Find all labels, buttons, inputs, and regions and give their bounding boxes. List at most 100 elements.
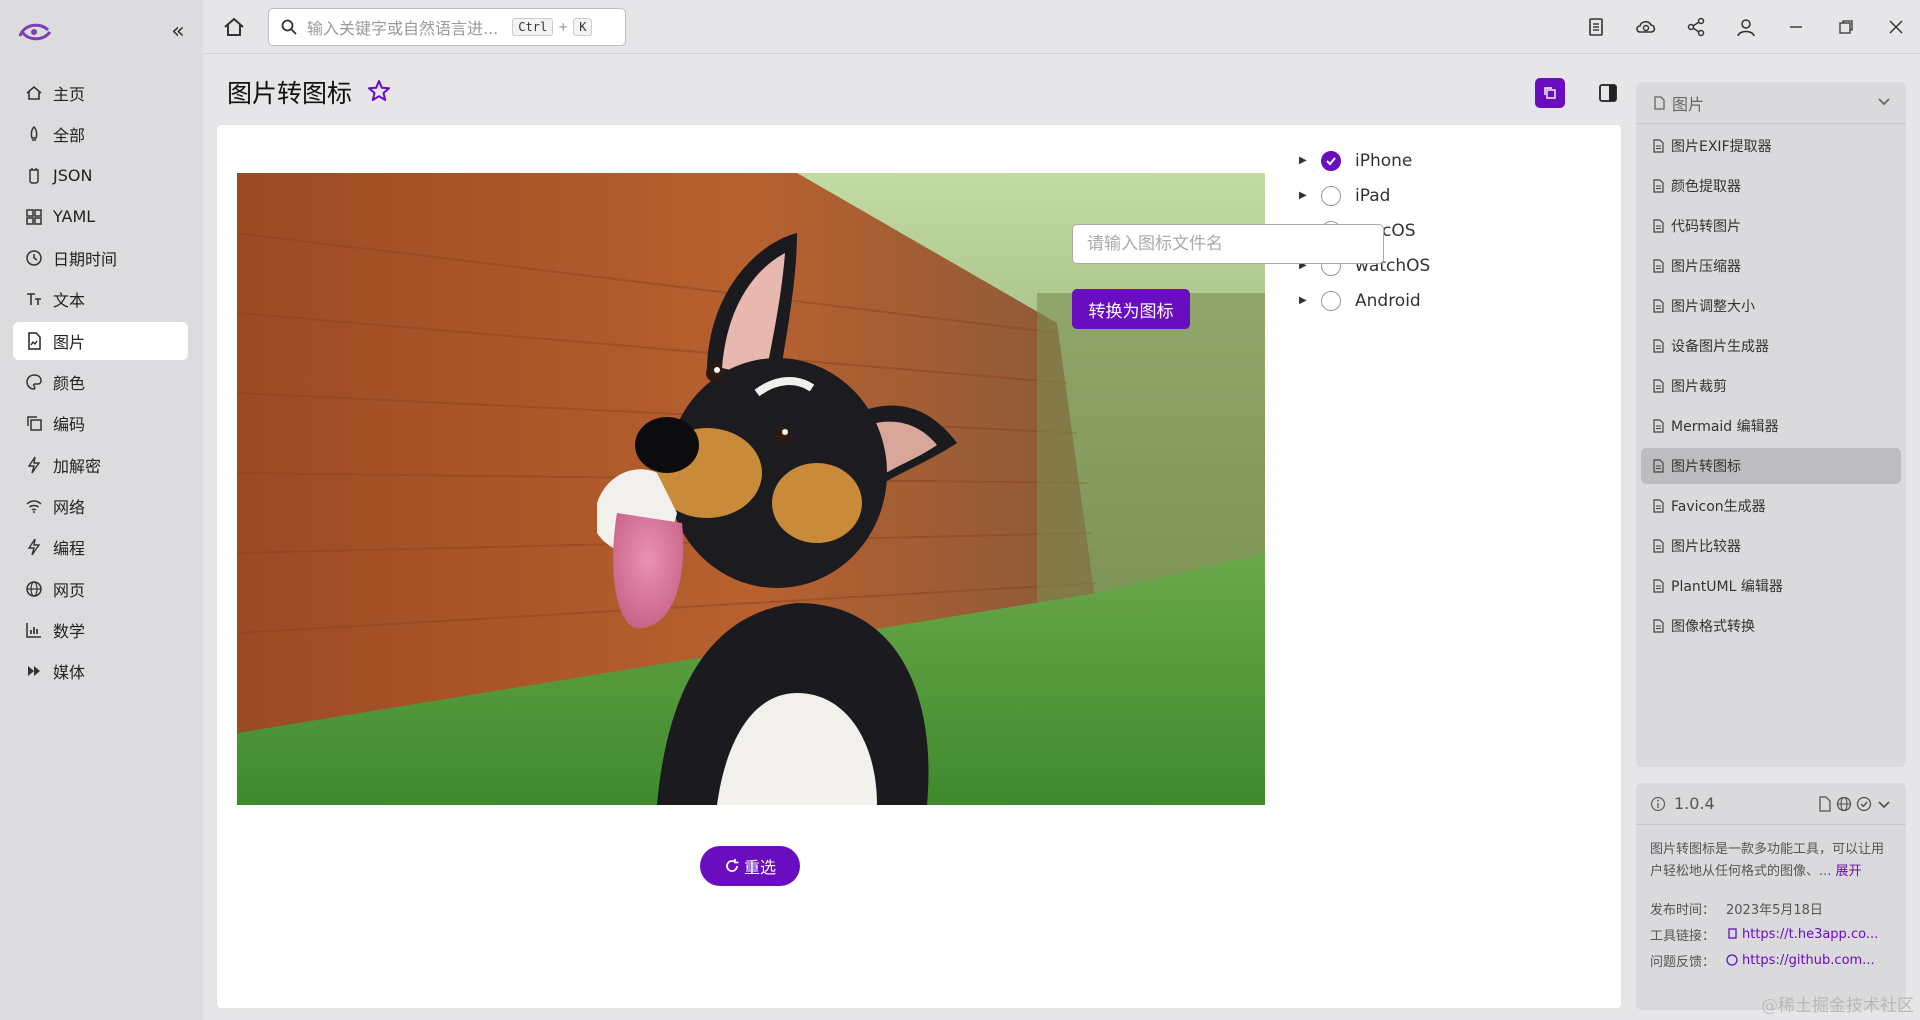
- kbd-ctrl: Ctrl: [512, 18, 554, 36]
- sidebar-item-label: 日期时间: [53, 250, 118, 270]
- sidebar-item-2[interactable]: JSON: [13, 157, 188, 195]
- related-tool-item[interactable]: 图片压缩器: [1641, 248, 1901, 284]
- chevron-down-icon[interactable]: [1876, 93, 1892, 113]
- sidebar-item-label: 编码: [53, 415, 86, 435]
- sidebar-item-7[interactable]: 颜色: [13, 363, 188, 401]
- related-tools-header[interactable]: 图片: [1636, 82, 1906, 124]
- tool-link-text: https://t.he3app.co...: [1742, 926, 1879, 942]
- search-input[interactable]: 输入关键字或自然语言进... Ctrl + K: [268, 8, 626, 46]
- feedback-link-text: https://github.com...: [1742, 952, 1875, 968]
- sidebar-item-label: JSON: [53, 166, 93, 186]
- related-tool-item[interactable]: 图片EXIF提取器: [1641, 128, 1901, 164]
- sidebar: « 主页 全部 JSON YAML 日期时间文本图片颜色编码加解密网络编程网页数学媒体: [0, 0, 203, 1020]
- icon-filename-input[interactable]: [1072, 224, 1384, 264]
- expand-triangle-icon[interactable]: ▶: [1299, 190, 1309, 201]
- platform-checkbox[interactable]: [1321, 150, 1341, 171]
- share-icon[interactable]: [1682, 13, 1710, 41]
- platform-checkbox[interactable]: [1321, 290, 1341, 311]
- restore-icon[interactable]: [1832, 13, 1860, 41]
- feedback-row: 问题反馈： https://github.com...: [1636, 947, 1906, 973]
- sidebar-item-label: 加解密: [53, 456, 102, 476]
- platform-checkbox[interactable]: [1321, 185, 1341, 206]
- related-tool-item[interactable]: 图片转图标: [1641, 448, 1901, 484]
- reselect-button[interactable]: 重选: [700, 846, 800, 886]
- related-tool-item[interactable]: Mermaid 编辑器: [1641, 408, 1901, 444]
- related-tool-item[interactable]: 图片裁剪: [1641, 368, 1901, 404]
- sidebar-item-label: 文本: [53, 291, 86, 311]
- copy-icon: [1544, 87, 1556, 99]
- favorite-star-icon[interactable]: [366, 78, 392, 104]
- tool-link[interactable]: https://t.he3app.co...: [1726, 927, 1878, 942]
- related-tool-item[interactable]: 图片调整大小: [1641, 288, 1901, 324]
- file-icon: [1653, 299, 1664, 313]
- search-placeholder: 输入关键字或自然语言进...: [307, 19, 499, 38]
- sidebar-item-14[interactable]: 媒体: [13, 652, 188, 690]
- toggle-panel-button[interactable]: [1593, 78, 1623, 108]
- expand-triangle-icon[interactable]: ▶: [1299, 155, 1309, 166]
- platform-option-1: ▶ iPad: [1299, 178, 1430, 213]
- related-tool-item[interactable]: 代码转图片: [1641, 208, 1901, 244]
- related-tool-item[interactable]: 图像格式转换: [1641, 608, 1901, 644]
- related-tools-list: 图片EXIF提取器 颜色提取器代码转图片图片压缩器图片调整大小 设备图片生成器 图片裁…: [1636, 128, 1906, 644]
- sidebar-item-6[interactable]: 图片: [13, 321, 188, 360]
- home-icon[interactable]: [220, 13, 248, 41]
- file-icon: [1653, 499, 1664, 513]
- related-tool-label: Favicon生成器: [1671, 499, 1766, 515]
- sidebar-item-4[interactable]: 日期时间: [13, 239, 188, 277]
- convert-to-icon-button[interactable]: 转换为图标: [1072, 289, 1190, 329]
- doc-icon[interactable]: [1818, 795, 1832, 812]
- copy-icon: [1728, 928, 1737, 939]
- sidebar-item-9[interactable]: 加解密: [13, 446, 188, 484]
- sidebar-item-label: 编程: [53, 539, 86, 559]
- chevron-down-icon[interactable]: [1876, 796, 1892, 812]
- check-circle-icon[interactable]: [1856, 796, 1872, 812]
- sidebar-item-10[interactable]: 网络: [13, 487, 188, 525]
- cloud-sync-icon[interactable]: [1632, 13, 1660, 41]
- related-tool-label: 图片EXIF提取器: [1671, 139, 1772, 155]
- file-icon: [1654, 95, 1665, 110]
- file-icon: [1653, 619, 1664, 633]
- feedback-link[interactable]: https://github.com...: [1726, 953, 1875, 968]
- collapse-sidebar-button[interactable]: «: [164, 18, 192, 46]
- rocket-icon: [25, 125, 43, 143]
- grid-icon: [25, 208, 43, 226]
- reselect-label: 重选: [743, 858, 776, 877]
- related-tool-item[interactable]: Favicon生成器: [1641, 488, 1901, 524]
- user-icon[interactable]: [1732, 13, 1760, 41]
- related-tools-title: 图片: [1672, 94, 1705, 114]
- sidebar-item-12[interactable]: 网页: [13, 570, 188, 608]
- related-tool-item[interactable]: 图片比较器: [1641, 528, 1901, 564]
- related-tools-panel: 图片 图片EXIF提取器 颜色提取器代码转图片图片压缩器图片调整大小 设备图片生成器…: [1636, 82, 1906, 767]
- sidebar-item-8[interactable]: 编码: [13, 404, 188, 442]
- globe-icon[interactable]: [1836, 796, 1852, 812]
- sidebar-item-label: 媒体: [53, 663, 86, 683]
- search-shortcut: Ctrl + K: [512, 18, 593, 36]
- sidebar-item-0[interactable]: 主页: [13, 74, 188, 112]
- minimize-icon[interactable]: [1782, 13, 1810, 41]
- tool-info-panel: 1.0.4 图片转图标是一款多功能工具，可以让用户轻松地从任何格式的图像、...…: [1636, 783, 1906, 1010]
- related-tool-item[interactable]: 颜色提取器: [1641, 168, 1901, 204]
- file-icon: [1653, 459, 1664, 473]
- info-header: 1.0.4: [1636, 783, 1906, 825]
- sidebar-item-5[interactable]: 文本: [13, 280, 188, 318]
- sidebar-item-11[interactable]: 编程: [13, 528, 188, 566]
- related-tool-item[interactable]: PlantUML 编辑器: [1641, 568, 1901, 604]
- page-title: 图片转图标: [227, 79, 353, 108]
- sidebar-item-3[interactable]: YAML: [13, 198, 188, 236]
- close-icon[interactable]: [1882, 13, 1910, 41]
- sidebar-item-label: 颜色: [53, 374, 86, 394]
- related-tool-item[interactable]: 设备图片生成器: [1641, 328, 1901, 364]
- platform-label: Android: [1355, 290, 1421, 311]
- sidebar-item-1[interactable]: 全部: [13, 115, 188, 153]
- copy-button[interactable]: [1535, 78, 1565, 108]
- document-icon[interactable]: [1582, 13, 1610, 41]
- sidebar-item-13[interactable]: 数学: [13, 611, 188, 649]
- related-tool-label: 图片比较器: [1671, 539, 1741, 555]
- file-icon: [1653, 419, 1664, 433]
- expand-triangle-icon[interactable]: ▶: [1299, 295, 1309, 306]
- sidebar-item-label: 网页: [53, 580, 86, 600]
- related-tool-label: 颜色提取器: [1671, 179, 1741, 195]
- expand-link[interactable]: 展开: [1836, 864, 1862, 879]
- file-icon: [1653, 259, 1664, 273]
- braces-icon: [25, 167, 43, 185]
